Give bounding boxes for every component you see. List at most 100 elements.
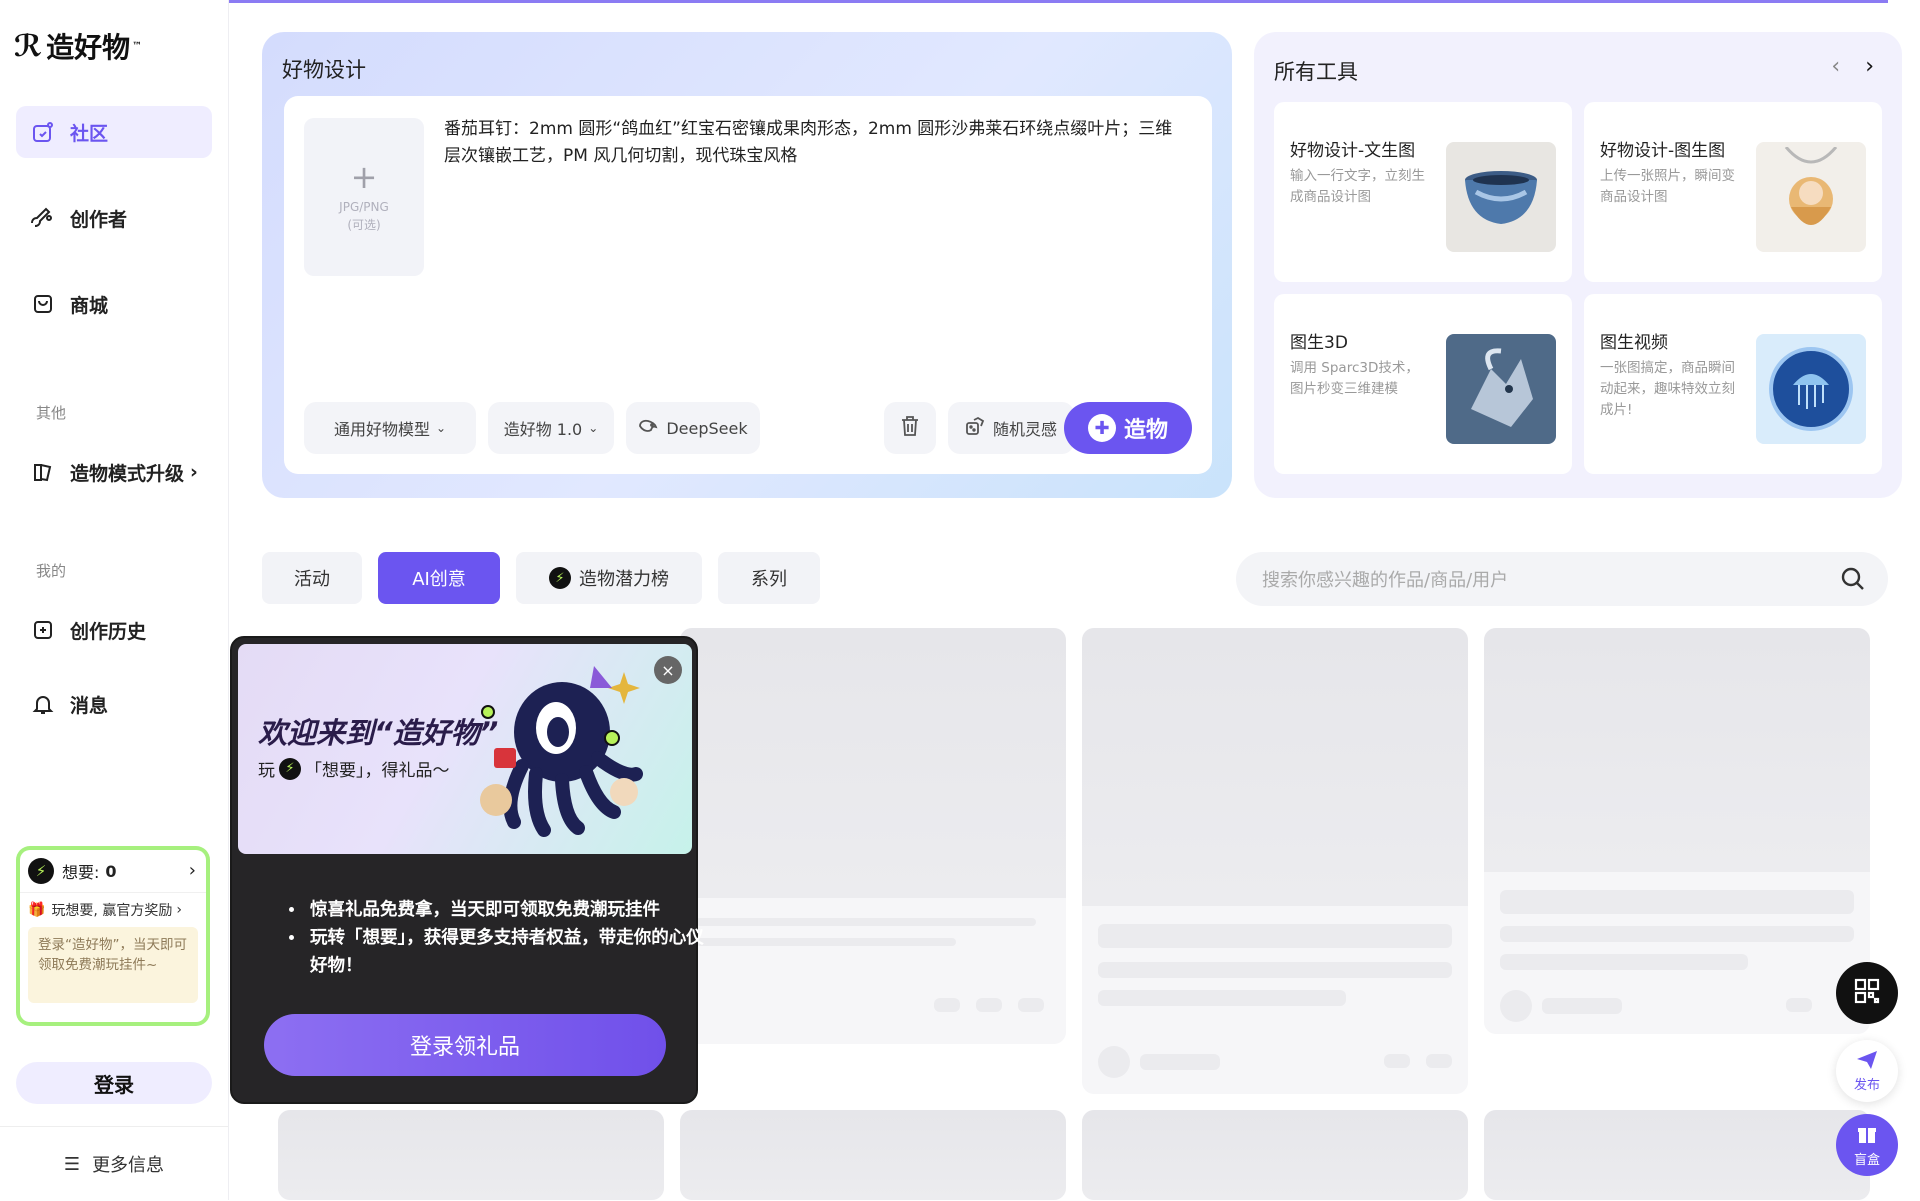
random-inspiration-button[interactable]: 随机灵感 — [948, 402, 1074, 454]
version-select-value: 造好物 1.0 — [503, 420, 583, 439]
upload-optional: (可选) — [347, 218, 381, 232]
create-label: 造物 — [1123, 418, 1168, 443]
sidebar-item-mall[interactable]: 商城 — [16, 278, 212, 330]
shop-bag-icon — [30, 291, 56, 317]
lightning-icon: ⚡ — [28, 858, 54, 884]
publish-label: 发布 — [1853, 1077, 1880, 1093]
sidebar-item-label: 商城 — [70, 294, 109, 317]
sidebar-item-label: 社区 — [70, 122, 109, 145]
qr-code-icon — [1854, 978, 1880, 1008]
placeholder-chip — [1384, 1054, 1410, 1068]
tool-card-text-to-image[interactable]: 好物设计-文生图 输入一行文字，立刻生成商品设计图 — [1274, 102, 1572, 282]
welcome-popup: 欢迎来到“造好物” 玩 ⚡ 「想要」，得礼品～ × 惊喜礼品免费拿，当 — [230, 636, 704, 1104]
lightning-icon: ⚡ — [279, 757, 301, 780]
clear-button[interactable] — [884, 402, 936, 454]
brush-icon — [30, 205, 56, 231]
close-icon[interactable]: × — [654, 656, 682, 684]
section-label-other: 其他 — [36, 404, 67, 422]
more-info-label: 更多信息 — [92, 1155, 165, 1176]
sidebar-item-label: 造物模式升级 — [70, 462, 185, 485]
login-gift-button[interactable]: 登录领礼品 — [264, 1014, 666, 1076]
placeholder-image — [1082, 1110, 1468, 1200]
placeholder-chip — [1018, 998, 1044, 1012]
tool-desc: 输入一行文字，立刻生成商品设计图 — [1290, 168, 1425, 205]
placeholder-chip — [1426, 1054, 1452, 1068]
version-select[interactable]: 造好物 1.0 ⌄ — [488, 402, 614, 454]
tool-card-image-to-video[interactable]: 图生视频 一张图搞定，商品瞬间动起来，趣味特效立刻成片! — [1584, 294, 1882, 474]
section-label-mine: 我的 — [36, 562, 67, 580]
model-select[interactable]: 通用好物模型 ⌄ — [304, 402, 476, 454]
want-counter[interactable]: ⚡ 想要: 0 › — [20, 850, 206, 893]
list-icon: ☰ — [63, 1153, 81, 1175]
random-label: 随机灵感 — [992, 420, 1057, 439]
sidebar-item-community[interactable]: 社区 — [16, 106, 212, 158]
deepseek-toggle[interactable]: DeepSeek — [626, 402, 760, 454]
placeholder-avatar — [1098, 1046, 1130, 1078]
chevron-down-icon: ⌄ — [588, 421, 599, 435]
chevron-left-icon[interactable]: ‹ — [1831, 54, 1840, 79]
tool-name: 好物设计-文生图 — [1290, 141, 1416, 161]
want-reward-link[interactable]: 🎁 玩想要, 赢官方奖励 › — [20, 893, 206, 927]
search-input[interactable]: 搜索你感兴趣的作品/商品/用户 — [1262, 566, 1508, 592]
more-info-button[interactable]: ☰ 更多信息 — [0, 1126, 228, 1201]
trash-icon — [900, 415, 920, 441]
pendant-thumbnail — [1756, 142, 1866, 252]
chevron-right-icon: › — [176, 902, 182, 918]
create-button[interactable]: ✚ 造物 — [1064, 402, 1192, 454]
tab-activity[interactable]: 活动 — [262, 552, 362, 604]
image-upload[interactable]: + JPG/PNG (可选) — [304, 118, 424, 276]
placeholder-image — [1484, 1110, 1870, 1200]
design-toolbar: 通用好物模型 ⌄ 造好物 1.0 ⌄ DeepSeek 随机灵感 ✚ 造物 — [304, 402, 1192, 454]
tab-ai-creative[interactable]: AI创意 — [378, 552, 500, 604]
tab-label: 造物潜力榜 — [579, 569, 669, 590]
tab-series[interactable]: 系列 — [718, 552, 820, 604]
sidebar-item-history[interactable]: 创作历史 — [16, 604, 212, 656]
want-card[interactable]: ⚡ 想要: 0 › 🎁 玩想要, 赢官方奖励 › 登录“造好物”，当天即可领取免… — [16, 846, 210, 1026]
tool-desc: 上传一张照片，瞬间变商品设计图 — [1600, 168, 1735, 205]
placeholder-line — [1098, 990, 1346, 1006]
qr-code-button[interactable] — [1836, 962, 1898, 1024]
placeholder-chip — [976, 998, 1002, 1012]
want-reward-text: 玩想要, 赢官方奖励 — [51, 903, 173, 919]
blind-box-button[interactable]: 盲盒 — [1836, 1114, 1898, 1176]
tool-card-image-to-image[interactable]: 好物设计-图生图 上传一张照片，瞬间变商品设计图 — [1584, 102, 1882, 282]
feed-card-placeholder — [1484, 1110, 1870, 1200]
lightning-icon: ⚡ — [549, 567, 571, 589]
search-icon[interactable] — [1840, 566, 1866, 597]
placeholder-image — [680, 628, 1066, 898]
sidebar: ℛ 造好物 ™ 社区 创作者 商城 其他 造物模式升级 › 我的 创作历史 消息… — [0, 0, 229, 1200]
search-bar[interactable]: 搜索你感兴趣的作品/商品/用户 — [1236, 552, 1888, 606]
tab-potential-ranking[interactable]: ⚡ 造物潜力榜 — [516, 552, 702, 604]
publish-button[interactable]: 发布 — [1836, 1040, 1898, 1102]
placeholder-line — [1542, 998, 1622, 1014]
tool-card-image-to-3d[interactable]: 图生3D 调用 Sparc3D技术，图片秒变三维建模 — [1274, 294, 1572, 474]
welcome-sub-suffix: 「想要」，得礼品～ — [305, 761, 450, 781]
design-editor: + JPG/PNG (可选) 番茄耳钉：2mm 圆形“鸽血红”红宝石密镶成果肉形… — [284, 96, 1212, 474]
login-button[interactable]: 登录 — [16, 1062, 212, 1104]
sidebar-item-messages[interactable]: 消息 — [16, 678, 212, 730]
dice-icon — [965, 416, 985, 440]
welcome-benefits: 惊喜礼品免费拿，当天即可领取免费潮玩挂件 玩转「想要」，获得更多支持者权益，带走… — [266, 896, 716, 980]
tools-panel: 所有工具 ‹ › 好物设计-文生图 输入一行文字，立刻生成商品设计图 好物设计-… — [1254, 32, 1902, 498]
tool-desc: 调用 Sparc3D技术，图片秒变三维建模 — [1290, 360, 1419, 397]
placeholder-chip — [934, 998, 960, 1012]
placeholder-line — [1500, 954, 1748, 970]
tool-name: 好物设计-图生图 — [1600, 141, 1726, 161]
placeholder-line — [1098, 924, 1452, 948]
welcome-sub-prefix: 玩 — [258, 761, 275, 781]
tab-label: AI创意 — [412, 569, 466, 590]
tools-title: 所有工具 — [1274, 60, 1358, 84]
blind-box-label: 盲盒 — [1853, 1152, 1880, 1168]
history-icon — [30, 617, 56, 643]
brand-logo[interactable]: ℛ 造好物 ™ — [14, 26, 142, 66]
placeholder-line — [1140, 1054, 1220, 1070]
chevron-right-icon[interactable]: › — [1865, 54, 1874, 79]
sidebar-item-upgrade[interactable]: 造物模式升级 › — [16, 446, 212, 498]
community-icon — [30, 119, 56, 145]
design-title: 好物设计 — [282, 58, 366, 82]
want-note: 登录“造好物”，当天即可领取免费潮玩挂件~ — [28, 927, 198, 1003]
brand-tm: ™ — [132, 40, 143, 52]
sidebar-item-creators[interactable]: 创作者 — [16, 192, 212, 244]
bell-icon — [30, 691, 56, 717]
prompt-input[interactable]: 番茄耳钉：2mm 圆形“鸽血红”红宝石密镶成果肉形态，2mm 圆形沙弗莱石环绕点… — [444, 116, 1184, 170]
